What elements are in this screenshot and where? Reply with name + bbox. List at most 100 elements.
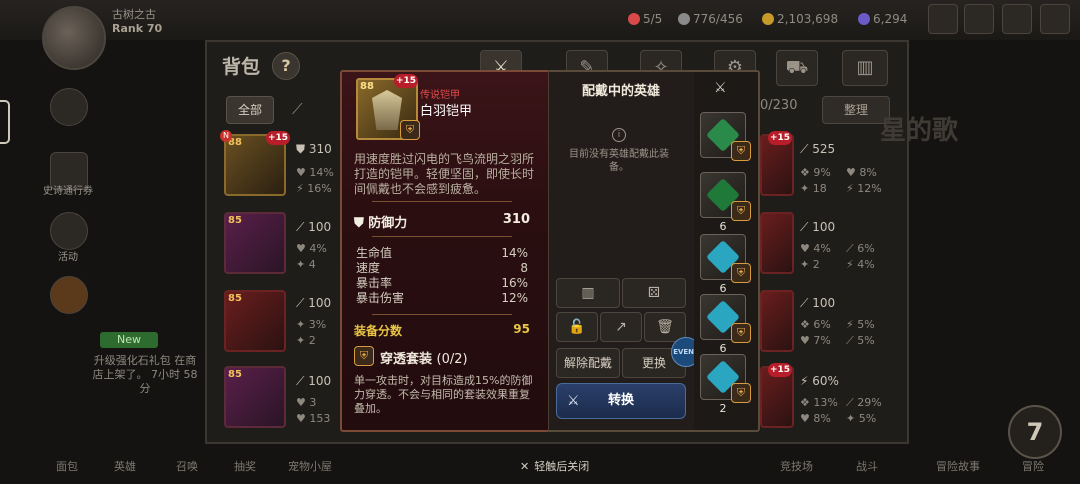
random-button[interactable]: ⚄ bbox=[622, 278, 686, 308]
list-sub-stat: ♥ 7% bbox=[800, 334, 831, 347]
substat-row: 暴击率 16% bbox=[356, 276, 528, 290]
boots-tab-icon[interactable]: ⛟ bbox=[776, 50, 818, 86]
list-main-stat: ⚡ 60% bbox=[800, 374, 839, 388]
set-badge-icon: ⛨ bbox=[731, 383, 751, 403]
list-sub-stat: ✦ 3% bbox=[296, 318, 327, 331]
nav-summon[interactable]: 召唤 bbox=[176, 458, 198, 474]
crossed-swords-icon: ⚔ bbox=[714, 80, 727, 96]
convert-button[interactable]: ⚔ 转换 bbox=[556, 383, 686, 419]
set-badge-icon: ⛨ bbox=[731, 263, 751, 283]
bag-count: 0/230 bbox=[760, 98, 798, 113]
divider bbox=[372, 236, 512, 237]
friendship-counter: 776/456 bbox=[678, 12, 743, 26]
list-sub-stat: ⟋ 29% bbox=[846, 396, 882, 409]
artifact-slot[interactable]: ⛨ 6 bbox=[700, 294, 751, 355]
nav-arena[interactable]: 竞技场 bbox=[780, 458, 813, 474]
info-icon: i bbox=[612, 128, 626, 142]
list-item[interactable]: 85 bbox=[224, 290, 286, 352]
artifact-slot[interactable]: ⛨ bbox=[700, 112, 751, 161]
gift-icon[interactable] bbox=[964, 4, 994, 34]
share-button[interactable]: ↗ bbox=[600, 312, 642, 342]
mail-icon[interactable] bbox=[928, 4, 958, 34]
list-sub-stat: ❖ 9% bbox=[800, 166, 831, 179]
list-main-stat: ⟋ 525 bbox=[800, 142, 836, 156]
list-item[interactable]: 85 bbox=[224, 212, 286, 274]
pass-icon[interactable] bbox=[50, 88, 88, 126]
nav-adventure-story[interactable]: 冒险故事 bbox=[936, 458, 980, 474]
close-hint[interactable]: ✕ 轻触后关闭 bbox=[520, 458, 589, 474]
activity-icon[interactable] bbox=[50, 212, 88, 250]
list-main-stat: ⟋ 100 bbox=[800, 296, 836, 310]
promo-text[interactable]: 升级强化石礼包 在商店上架了。 7小时 58分 bbox=[90, 354, 200, 396]
lock-button[interactable]: 🔓 bbox=[556, 312, 598, 342]
nav-heroes[interactable]: 英雄 bbox=[114, 458, 136, 474]
player-avatar[interactable] bbox=[42, 6, 106, 70]
player-name: 古树之古 bbox=[112, 8, 156, 21]
enhance-badge: +15 bbox=[768, 131, 792, 145]
crystal-counter: 6,294 bbox=[858, 12, 907, 26]
defense-icon: ⛊ bbox=[354, 216, 364, 231]
storage-button[interactable]: ▥ bbox=[556, 278, 620, 308]
list-sub-stat: ✦ 5% bbox=[846, 412, 877, 425]
artifact-slot[interactable]: ⛨ 2 bbox=[700, 354, 751, 415]
item-rarity: 传说铠甲 bbox=[420, 90, 460, 101]
side-drawer-handle[interactable] bbox=[0, 100, 10, 144]
seven-badge[interactable]: 7 bbox=[1008, 405, 1062, 459]
list-item[interactable] bbox=[760, 290, 794, 352]
unlock-icon: 🔓 bbox=[568, 319, 586, 335]
storage-tab-icon[interactable]: ▥ bbox=[842, 50, 888, 86]
unequip-button[interactable]: 解除配戴 bbox=[556, 348, 620, 378]
set-badge-icon: ⛨ bbox=[731, 201, 751, 221]
share-icon: ↗ bbox=[615, 319, 627, 335]
list-sub-stat: ❖ 6% bbox=[800, 318, 831, 331]
close-icon: ✕ bbox=[520, 460, 530, 473]
enhance-badge: +15 bbox=[394, 74, 418, 88]
event-icon[interactable] bbox=[1002, 4, 1032, 34]
nav-pet-house[interactable]: 宠物小屋 bbox=[288, 458, 332, 474]
list-main-stat: ⛊ 310 bbox=[296, 142, 332, 156]
menu-icon[interactable] bbox=[1040, 4, 1070, 34]
list-sub-stat: ♥ 4% bbox=[296, 242, 327, 255]
list-sub-stat: ♥ 14% bbox=[296, 166, 334, 179]
substat-row: 生命值 14% bbox=[356, 246, 528, 260]
list-sub-stat: ⚡ 16% bbox=[296, 182, 332, 195]
list-sub-stat: ✦ 4 bbox=[296, 258, 316, 271]
nav-adventure[interactable]: 冒险 bbox=[1022, 458, 1044, 474]
list-item[interactable]: 85 bbox=[224, 366, 286, 428]
list-sub-stat: ❖ 13% bbox=[800, 396, 838, 409]
activity-label: 活动 bbox=[58, 252, 78, 263]
artifact-count: 2 bbox=[719, 402, 727, 415]
epic-pass-label: 史诗通行券 bbox=[43, 186, 93, 197]
divider bbox=[372, 201, 512, 202]
nav-battle[interactable]: 战斗 bbox=[856, 458, 878, 474]
armor-image bbox=[372, 90, 402, 130]
substat-list: 生命值 14% 速度 8 暴击率 16% 暴击伤害 12% bbox=[356, 246, 528, 306]
no-hero-note: 目前没有英雄配戴此装备。 bbox=[569, 149, 669, 173]
swords-icon: ⚔ bbox=[567, 393, 580, 409]
nav-lottery[interactable]: 抽奖 bbox=[234, 458, 256, 474]
new-tag: New bbox=[100, 332, 158, 348]
enhance-badge: +15 bbox=[266, 131, 290, 145]
artifact-slot[interactable]: ⛨ 6 bbox=[700, 172, 751, 233]
sword-filter-icon[interactable]: ⟋ bbox=[292, 100, 303, 118]
list-sub-stat: ⟋ 5% bbox=[846, 334, 875, 347]
gear-score: 装备分数 95 bbox=[354, 322, 530, 338]
nav-bread[interactable]: 面包 bbox=[56, 458, 78, 474]
list-sub-stat: ♥ 4% bbox=[800, 242, 831, 255]
filter-all-button[interactable]: 全部 bbox=[226, 96, 274, 124]
artifact-slot[interactable]: ⛨ 6 bbox=[700, 234, 751, 295]
set-icon: ⛨ bbox=[354, 346, 374, 366]
help-button[interactable]: ? bbox=[272, 52, 300, 80]
list-item[interactable] bbox=[760, 212, 794, 274]
bag-title: 背包 bbox=[222, 56, 261, 78]
set-description: 单一攻击时，对目标造成15%的防御力穿透。不会与相同的套装效果重复叠加。 bbox=[354, 374, 533, 415]
shop-bundle-icon[interactable] bbox=[50, 276, 88, 314]
enhance-badge: +15 bbox=[768, 363, 792, 377]
artifact-count: 6 bbox=[719, 220, 727, 233]
set-badge-icon: ⛨ bbox=[400, 120, 420, 140]
gold-counter: 2,103,698 bbox=[762, 12, 838, 26]
list-sub-stat: ♥ 153 bbox=[296, 412, 331, 425]
substat-row: 暴击伤害 12% bbox=[356, 291, 528, 305]
list-main-stat: ⟋ 100 bbox=[296, 374, 332, 388]
dice-icon: ⚄ bbox=[647, 285, 661, 301]
